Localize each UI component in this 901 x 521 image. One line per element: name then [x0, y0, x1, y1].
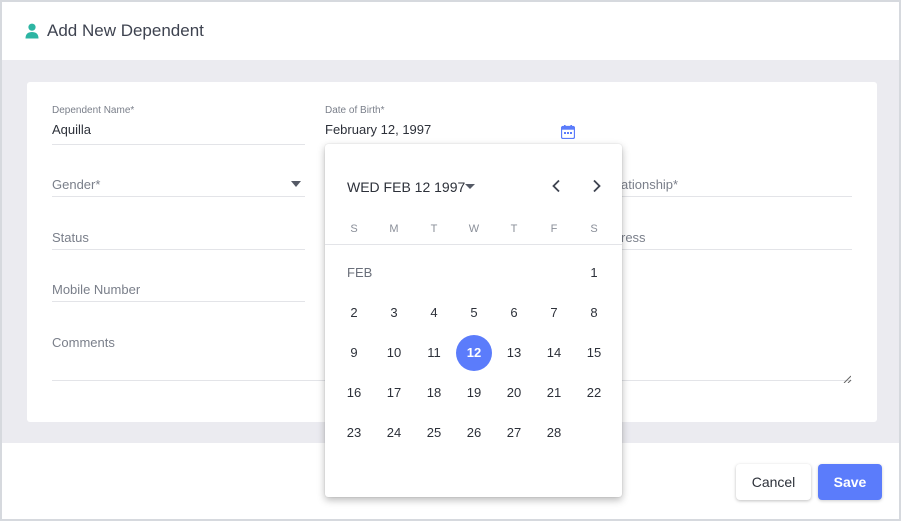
mobile-number-field[interactable]: Mobile Number	[52, 272, 305, 302]
calendar-day[interactable]: 9	[336, 335, 372, 371]
address-field[interactable]: ress	[598, 220, 852, 250]
year-dropdown-icon[interactable]	[465, 184, 475, 189]
mobile-number-placeholder: Mobile Number	[52, 282, 141, 297]
calendar-day[interactable]: 6	[496, 295, 532, 331]
cancel-button[interactable]: Cancel	[736, 464, 811, 500]
calendar-icon[interactable]	[560, 125, 576, 140]
calendar-day[interactable]: 26	[456, 415, 492, 451]
calendar-day[interactable]: 22	[576, 375, 612, 411]
date-picker-header[interactable]: WED FEB 12 1997	[347, 179, 465, 195]
dependent-name-label: Dependent Name*	[52, 105, 135, 116]
calendar-day[interactable]: 1	[576, 255, 612, 291]
calendar-day[interactable]: 28	[536, 415, 572, 451]
calendar-day[interactable]: 23	[336, 415, 372, 451]
weekday-header: S	[350, 223, 358, 235]
calendar-day[interactable]: 19	[456, 375, 492, 411]
calendar-day[interactable]: 17	[376, 375, 412, 411]
status-field[interactable]: Status	[52, 220, 305, 250]
dialog-window: Add New Dependent Dependent Name* Aquill…	[0, 0, 901, 521]
dialog-title: Add New Dependent	[47, 21, 204, 40]
calendar-day[interactable]: 14	[536, 335, 572, 371]
gender-placeholder: Gender*	[52, 177, 101, 192]
relationship-select[interactable]: ationship*	[598, 167, 852, 197]
date-of-birth-field[interactable]: Date of Birth* February 12, 1997	[325, 105, 578, 145]
dialog-header: Add New Dependent	[2, 2, 899, 60]
calendar-day[interactable]: 16	[336, 375, 372, 411]
calendar-day[interactable]: 11	[416, 335, 452, 371]
dependent-name-value: Aquilla	[52, 122, 92, 137]
calendar-day[interactable]: 27	[496, 415, 532, 451]
selected-day[interactable]: 12	[456, 335, 492, 371]
calendar-day[interactable]: 25	[416, 415, 452, 451]
dependent-name-field[interactable]: Dependent Name* Aquilla	[52, 105, 305, 145]
calendar-day[interactable]: 21	[536, 375, 572, 411]
calendar-day[interactable]: 7	[536, 295, 572, 331]
calendar-day[interactable]: 24	[376, 415, 412, 451]
date-picker: WED FEB 12 1997 S M T W T F S FEB 123456…	[325, 144, 622, 497]
weekday-header: F	[550, 223, 558, 235]
weekday-header: W	[468, 223, 480, 235]
chevron-right-icon[interactable]	[587, 177, 605, 195]
weekday-header: T	[430, 223, 438, 235]
weekday-header: T	[510, 223, 518, 235]
calendar-day[interactable]: 8	[576, 295, 612, 331]
address-placeholder: ress	[621, 230, 646, 245]
status-placeholder: Status	[52, 230, 89, 245]
save-button[interactable]: Save	[818, 464, 882, 500]
chevron-down-icon	[291, 181, 301, 187]
calendar-day[interactable]: 4	[416, 295, 452, 331]
calendar-day[interactable]: 20	[496, 375, 532, 411]
calendar-day[interactable]: 5	[456, 295, 492, 331]
calendar-day[interactable]: 18	[416, 375, 452, 411]
calendar-day[interactable]: 3	[376, 295, 412, 331]
weekday-header: M	[389, 223, 399, 235]
calendar-day[interactable]: 10	[376, 335, 412, 371]
person-icon	[25, 23, 39, 39]
relationship-placeholder: ationship*	[621, 177, 679, 192]
calendar-day[interactable]: 2	[336, 295, 372, 331]
calendar-day[interactable]: 13	[496, 335, 532, 371]
date-picker-divider	[325, 244, 622, 245]
chevron-left-icon[interactable]	[548, 177, 566, 195]
calendar-day[interactable]: 15	[576, 335, 612, 371]
weekday-header: S	[590, 223, 598, 235]
month-label: FEB	[347, 265, 373, 280]
comments-placeholder: Comments	[52, 335, 115, 350]
gender-select[interactable]: Gender*	[52, 167, 305, 197]
date-of-birth-label: Date of Birth*	[325, 105, 385, 116]
resize-handle-icon[interactable]	[843, 370, 852, 384]
date-of-birth-value: February 12, 1997	[325, 122, 432, 137]
